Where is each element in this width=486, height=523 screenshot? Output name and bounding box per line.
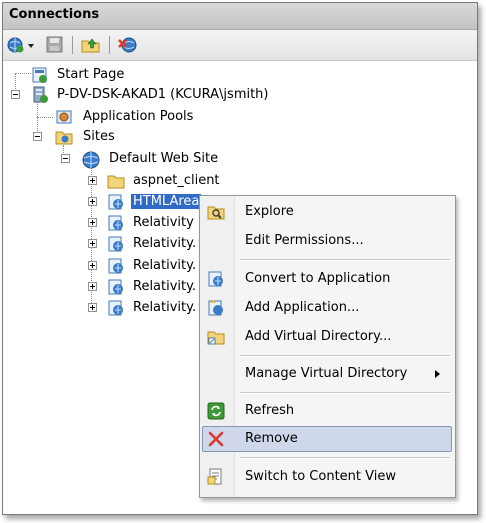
refresh-icon [207,402,225,420]
tree-item-label: Relativity [133,215,194,230]
menu-item-label: Manage Virtual Directory [245,366,408,381]
expand-toggle[interactable] [88,197,97,206]
tree-item-htmlarea[interactable]: HTMLArea [3,192,203,212]
tree-item-label: Default Web Site [109,151,219,166]
application-icon [107,214,125,232]
tree-item-relativity[interactable]: Relativity. [3,298,203,318]
menu-item-label: Convert to Application [245,271,391,286]
sites-folder-icon [55,128,73,146]
connect-globe-icon[interactable] [7,36,37,54]
expand-toggle[interactable] [88,239,97,248]
panel-title: Connections [9,7,100,22]
up-folder-icon[interactable] [81,36,101,54]
tree-item-label: Relativity. [133,300,197,315]
tree-item-label: aspnet_client [133,173,220,188]
start-page-icon [31,66,49,84]
menu-item-switch-to-content-view[interactable]: Switch to Content View [202,464,452,490]
server-icon [31,86,49,104]
tree-item-label: Relativity. [133,279,197,294]
toolbar [3,30,477,61]
expand-toggle[interactable] [88,261,97,270]
menu-item-add-application[interactable]: Add Application... [202,295,452,321]
menu-item-label: Add Application... [245,300,360,315]
application-icon [107,278,125,296]
menu-item-label: Switch to Content View [245,469,396,484]
menu-item-add-virtual-directory[interactable]: Add Virtual Directory... [202,324,452,350]
tree-item-label: Application Pools [83,109,194,124]
menu-separator [240,355,450,357]
tree-item-start-page[interactable]: Start Page [3,65,203,85]
add-application-icon [207,299,225,317]
tree-item-label: Relativity. [133,258,197,273]
toolbar-separator [72,36,73,54]
tree-item-relativity[interactable]: Relativity [3,213,203,233]
tree-item-default-web-site[interactable]: Default Web Site [3,149,243,169]
expand-toggle[interactable] [88,176,97,185]
menu-item-edit-permissions[interactable]: Edit Permissions... [202,228,452,254]
tree-item-label: Start Page [57,67,125,82]
tree-item-relativity[interactable]: Relativity. [3,256,203,276]
save-icon[interactable] [45,36,65,54]
menu-item-label: Explore [245,204,294,219]
tree-item-server[interactable]: P-DV-DSK-AKAD1 (KCURA\jsmith) [3,85,303,105]
tree-item-relativity[interactable]: Relativity. [3,277,203,297]
expand-toggle[interactable] [88,282,97,291]
folder-icon [107,172,125,190]
application-icon [107,299,125,317]
menu-separator [240,259,450,261]
tree-item-aspnet-client[interactable]: aspnet_client [3,171,243,191]
disconnect-icon[interactable] [117,36,139,54]
explore-icon [207,203,225,221]
collapse-toggle[interactable] [33,132,42,141]
tree-item-label: Relativity. [133,236,197,251]
collapse-toggle[interactable] [61,154,70,163]
context-menu: Explore Edit Permissions... Convert to A… [199,195,456,498]
remove-x-icon [207,430,225,448]
collapse-toggle[interactable] [11,90,20,99]
menu-item-label: Add Virtual Directory... [245,329,392,344]
application-icon [107,257,125,275]
menu-item-label: Remove [245,431,298,446]
tree-item-label: Sites [83,129,115,144]
expand-toggle[interactable] [88,218,97,227]
convert-application-icon [207,270,225,288]
app-pools-icon [55,108,73,126]
tree-item-relativity[interactable]: Relativity. [3,234,203,254]
submenu-arrow-icon [435,370,440,378]
menu-item-remove[interactable]: Remove [202,426,452,452]
application-icon [107,235,125,253]
menu-item-refresh[interactable]: Refresh [202,398,452,424]
tree-item-label: HTMLArea [131,194,202,209]
menu-separator [240,392,450,394]
menu-separator [240,457,450,459]
menu-item-explore[interactable]: Explore [202,199,452,225]
website-globe-icon [81,150,100,169]
content-view-icon [207,468,225,486]
toolbar-separator [109,36,110,54]
menu-item-manage-virtual-directory[interactable]: Manage Virtual Directory [202,361,452,387]
menu-item-label: Refresh [245,403,295,418]
menu-item-label: Edit Permissions... [245,233,364,248]
tree-item-sites[interactable]: Sites [3,127,163,147]
menu-item-convert-to-application[interactable]: Convert to Application [202,266,452,292]
expand-toggle[interactable] [88,303,97,312]
application-icon [107,193,125,211]
panel-header: Connections [3,3,477,30]
tree-item-label: P-DV-DSK-AKAD1 (KCURA\jsmith) [57,87,269,102]
tree-item-app-pools[interactable]: Application Pools [3,107,223,127]
add-virtual-directory-icon [207,328,225,346]
